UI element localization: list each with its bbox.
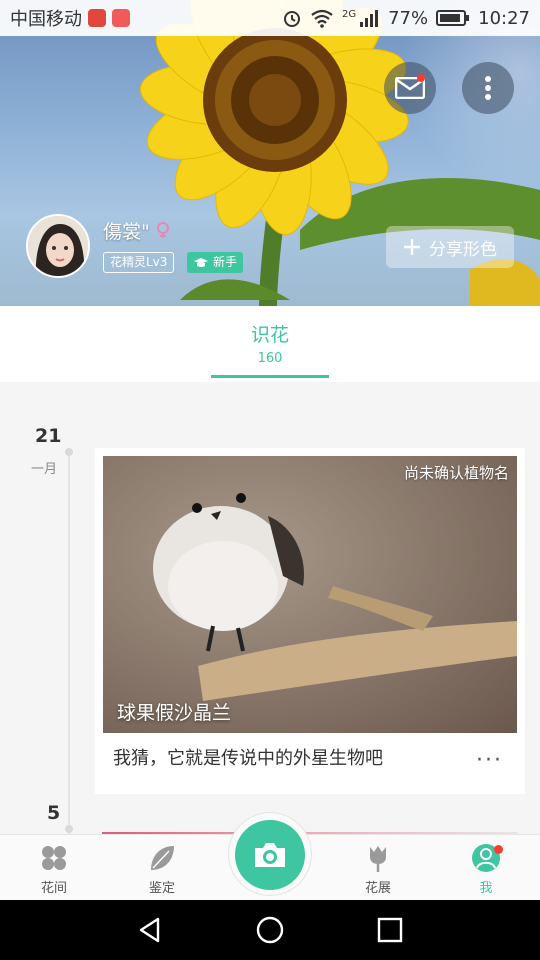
nav-label: 花展: [364, 881, 391, 896]
post-month: 一月: [31, 462, 58, 477]
camera-button[interactable]: [235, 820, 305, 890]
notification-app-icon: [112, 9, 130, 27]
home-icon[interactable]: [256, 916, 284, 944]
vertical-dots-icon: [485, 76, 491, 100]
back-icon[interactable]: [136, 916, 164, 944]
notification-app-icon: [88, 9, 106, 27]
nav-label: 我: [479, 881, 493, 896]
leaf-icon: [151, 846, 174, 870]
status-bar: 中国移动 2G 77% 10:27: [0, 0, 540, 36]
post-caption: 我猜，它就是传说中的外星生物吧: [113, 748, 383, 769]
me-notification-dot: [494, 845, 503, 854]
avatar[interactable]: [26, 214, 90, 278]
recent-apps-icon[interactable]: [376, 916, 404, 944]
post-photo[interactable]: 尚未确认植物名 球果假沙晶兰: [103, 456, 517, 733]
signal-icon: [360, 10, 379, 27]
carrier-label: 中国移动: [10, 9, 82, 30]
novice-badge-label: 新手: [213, 255, 238, 269]
nav-item-identify[interactable]: 鉴定: [122, 843, 202, 896]
messages-button[interactable]: [384, 62, 436, 114]
feed[interactable]: 21 一月 尚未确认植物名 球果假沙晶兰 我猜，它就是传说中的外星生物吧 ···…: [0, 382, 540, 834]
post-card[interactable]: 尚未确认植物名 球果假沙晶兰 我猜，它就是传说中的外星生物吧 ···: [95, 448, 525, 794]
plus-icon: [404, 239, 420, 255]
novice-badge: 新手: [187, 252, 244, 273]
unread-dot: [417, 74, 425, 82]
bird-photo-image: [103, 456, 517, 733]
tulip-icon: [370, 846, 386, 872]
clock-time: 10:27: [478, 7, 530, 29]
nav-item-flowers[interactable]: 花间: [14, 843, 94, 896]
active-tab-indicator: [211, 375, 329, 378]
share-button-label: 分享形色: [429, 239, 497, 260]
network-type-label: 2G: [341, 8, 357, 20]
timeline-line: [68, 450, 70, 834]
nav-label: 花间: [40, 881, 67, 896]
graduation-cap-icon: [194, 257, 208, 267]
tab-identify[interactable]: 识花 160: [211, 306, 329, 382]
tab-count: 160: [257, 351, 283, 366]
nav-item-exhibition[interactable]: 花展: [338, 843, 418, 896]
camera-icon: [255, 843, 285, 867]
plant-name-label: 球果假沙晶兰: [117, 702, 232, 724]
tab-label: 识花: [250, 324, 289, 346]
nav-label: 鉴定: [148, 881, 175, 896]
unconfirmed-status-label: 尚未确认植物名: [403, 464, 509, 482]
alarm-icon: [283, 11, 300, 27]
nav-item-me[interactable]: 我: [446, 843, 526, 896]
battery-percent: 77%: [388, 7, 429, 29]
wifi-icon: [311, 9, 333, 28]
level-badge: 花精灵Lv3: [103, 252, 175, 273]
post-day: 21: [35, 425, 62, 447]
more-options-button[interactable]: [462, 62, 514, 114]
share-button[interactable]: 分享形色: [386, 226, 514, 268]
timeline-dot: [65, 825, 73, 833]
system-navigation-bar: [0, 900, 540, 960]
battery-icon: [436, 10, 470, 26]
username: 傷裳": [103, 221, 150, 243]
post-day: 5: [47, 802, 61, 824]
post-more-button[interactable]: ···: [476, 748, 503, 773]
flower-grid-icon: [42, 846, 66, 870]
gender-female-icon: [157, 222, 169, 238]
profile-tabs: 识花 160: [0, 306, 540, 382]
timeline-dot: [65, 448, 73, 456]
